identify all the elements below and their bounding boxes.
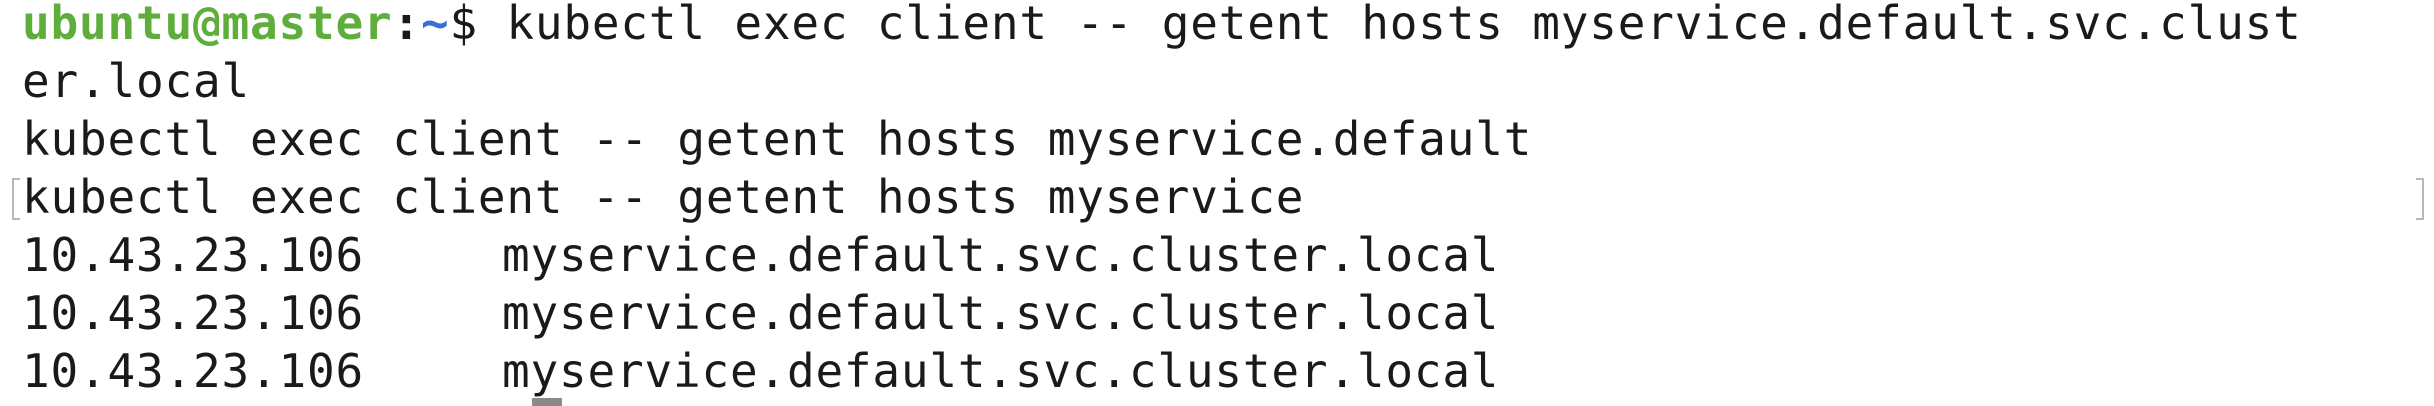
output-line: 10.43.23.106 myservice.default.svc.cluste… <box>22 342 1499 400</box>
output-line: 10.43.23.106 myservice.default.svc.cluste… <box>22 284 1499 342</box>
prompt-user-host: ubuntu@master <box>22 0 393 50</box>
prompt-path: ~ <box>420 0 450 50</box>
output-ip: 10.43.23.106 <box>22 344 364 398</box>
output-ip: 10.43.23.106 <box>22 286 364 340</box>
output-ip: 10.43.23.106 <box>22 228 364 282</box>
prompt-symbol: $ <box>449 0 478 50</box>
output-host: myservice.default.svc.cluster.local <box>502 286 1500 340</box>
command-line: ubuntu@master:~$ kubectl exec client -- … <box>22 0 2302 52</box>
output-line: 10.43.23.106 myservice.default.svc.cluste… <box>22 226 1499 284</box>
text-cursor <box>532 398 562 406</box>
output-host: myservice.default.svc.cluster.local <box>502 228 1500 282</box>
prompt-separator: : <box>392 0 421 50</box>
command-wrap-line: er.local <box>22 54 250 108</box>
selection-bracket-left <box>12 178 20 220</box>
terminal-window[interactable]: ubuntu@master:~$ kubectl exec client -- … <box>0 0 2434 406</box>
selection-bracket-right <box>2416 178 2424 220</box>
command-text: kubectl exec client -- getent hosts myse… <box>477 0 2302 50</box>
history-line: kubectl exec client -- getent hosts myse… <box>22 112 1533 166</box>
history-line: kubectl exec client -- getent hosts myse… <box>22 170 1305 224</box>
output-host: myservice.default.svc.cluster.local <box>502 344 1500 398</box>
